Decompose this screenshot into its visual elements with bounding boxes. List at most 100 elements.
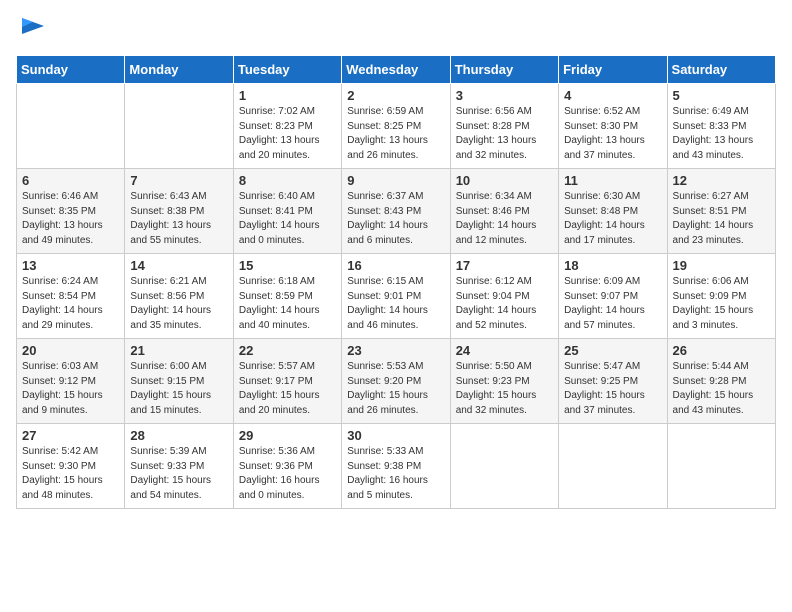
day-info: Sunrise: 6:00 AM Sunset: 9:15 PM Dayligh…	[130, 360, 227, 418]
day-info: Sunrise: 6:30 AM Sunset: 8:48 PM Dayligh…	[564, 190, 661, 248]
day-number: 1	[239, 88, 336, 103]
day-number: 19	[673, 258, 770, 273]
day-info: Sunrise: 5:36 AM Sunset: 9:36 PM Dayligh…	[239, 445, 336, 503]
day-number: 20	[22, 343, 119, 358]
weekday-header: Wednesday	[342, 56, 450, 84]
day-number: 9	[347, 173, 444, 188]
calendar-cell: 25 Sunrise: 5:47 AM Sunset: 9:25 PM Dayli…	[559, 339, 667, 424]
calendar-cell: 27 Sunrise: 5:42 AM Sunset: 9:30 PM Dayli…	[17, 424, 125, 509]
weekday-header: Monday	[125, 56, 233, 84]
day-info: Sunrise: 5:39 AM Sunset: 9:33 PM Dayligh…	[130, 445, 227, 503]
weekday-header: Tuesday	[233, 56, 341, 84]
logo	[16, 16, 46, 43]
day-info: Sunrise: 6:59 AM Sunset: 8:25 PM Dayligh…	[347, 105, 444, 163]
calendar-cell	[125, 84, 233, 169]
day-number: 23	[347, 343, 444, 358]
calendar-cell: 10 Sunrise: 6:34 AM Sunset: 8:46 PM Dayli…	[450, 169, 558, 254]
calendar-cell: 1 Sunrise: 7:02 AM Sunset: 8:23 PM Daylig…	[233, 84, 341, 169]
day-info: Sunrise: 5:33 AM Sunset: 9:38 PM Dayligh…	[347, 445, 444, 503]
day-info: Sunrise: 6:06 AM Sunset: 9:09 PM Dayligh…	[673, 275, 770, 333]
header	[16, 16, 776, 43]
calendar-cell: 2 Sunrise: 6:59 AM Sunset: 8:25 PM Daylig…	[342, 84, 450, 169]
calendar-cell: 18 Sunrise: 6:09 AM Sunset: 9:07 PM Dayli…	[559, 254, 667, 339]
day-info: Sunrise: 7:02 AM Sunset: 8:23 PM Dayligh…	[239, 105, 336, 163]
calendar-cell: 6 Sunrise: 6:46 AM Sunset: 8:35 PM Daylig…	[17, 169, 125, 254]
day-info: Sunrise: 6:09 AM Sunset: 9:07 PM Dayligh…	[564, 275, 661, 333]
day-number: 13	[22, 258, 119, 273]
weekday-header: Thursday	[450, 56, 558, 84]
day-number: 25	[564, 343, 661, 358]
day-number: 3	[456, 88, 553, 103]
calendar-cell: 16 Sunrise: 6:15 AM Sunset: 9:01 PM Dayli…	[342, 254, 450, 339]
day-info: Sunrise: 5:44 AM Sunset: 9:28 PM Dayligh…	[673, 360, 770, 418]
day-info: Sunrise: 5:53 AM Sunset: 9:20 PM Dayligh…	[347, 360, 444, 418]
day-number: 18	[564, 258, 661, 273]
day-info: Sunrise: 6:52 AM Sunset: 8:30 PM Dayligh…	[564, 105, 661, 163]
day-info: Sunrise: 6:49 AM Sunset: 8:33 PM Dayligh…	[673, 105, 770, 163]
calendar-cell: 19 Sunrise: 6:06 AM Sunset: 9:09 PM Dayli…	[667, 254, 775, 339]
day-info: Sunrise: 6:37 AM Sunset: 8:43 PM Dayligh…	[347, 190, 444, 248]
calendar-cell: 20 Sunrise: 6:03 AM Sunset: 9:12 PM Dayli…	[17, 339, 125, 424]
calendar-cell: 28 Sunrise: 5:39 AM Sunset: 9:33 PM Dayli…	[125, 424, 233, 509]
calendar-cell: 21 Sunrise: 6:00 AM Sunset: 9:15 PM Dayli…	[125, 339, 233, 424]
day-info: Sunrise: 5:47 AM Sunset: 9:25 PM Dayligh…	[564, 360, 661, 418]
day-number: 14	[130, 258, 227, 273]
calendar-cell: 12 Sunrise: 6:27 AM Sunset: 8:51 PM Dayli…	[667, 169, 775, 254]
day-info: Sunrise: 6:46 AM Sunset: 8:35 PM Dayligh…	[22, 190, 119, 248]
calendar-cell	[559, 424, 667, 509]
day-info: Sunrise: 6:43 AM Sunset: 8:38 PM Dayligh…	[130, 190, 227, 248]
calendar-cell: 22Sunrise: 5:57 AM Sunset: 9:17 PM Dayli…	[233, 339, 341, 424]
calendar-cell	[17, 84, 125, 169]
day-number: 17	[456, 258, 553, 273]
day-info: Sunrise: 6:03 AM Sunset: 9:12 PM Dayligh…	[22, 360, 119, 418]
calendar-cell: 24Sunrise: 5:50 AM Sunset: 9:23 PM Dayli…	[450, 339, 558, 424]
day-number: 26	[673, 343, 770, 358]
calendar-cell: 17 Sunrise: 6:12 AM Sunset: 9:04 PM Dayli…	[450, 254, 558, 339]
day-number: 16	[347, 258, 444, 273]
day-number: 2	[347, 88, 444, 103]
day-info: Sunrise: 6:40 AM Sunset: 8:41 PM Dayligh…	[239, 190, 336, 248]
calendar-cell: 15 Sunrise: 6:18 AM Sunset: 8:59 PM Dayli…	[233, 254, 341, 339]
day-info: Sunrise: 5:50 AM Sunset: 9:23 PM Dayligh…	[456, 360, 553, 418]
calendar-cell: 11 Sunrise: 6:30 AM Sunset: 8:48 PM Dayli…	[559, 169, 667, 254]
day-info: Sunrise: 6:56 AM Sunset: 8:28 PM Dayligh…	[456, 105, 553, 163]
day-info: Sunrise: 6:27 AM Sunset: 8:51 PM Dayligh…	[673, 190, 770, 248]
logo-flag-icon	[18, 16, 46, 38]
day-info: Sunrise: 5:57 AM Sunset: 9:17 PM Dayligh…	[239, 360, 336, 418]
day-number: 15	[239, 258, 336, 273]
day-number: 11	[564, 173, 661, 188]
day-number: 30	[347, 428, 444, 443]
day-info: Sunrise: 6:21 AM Sunset: 8:56 PM Dayligh…	[130, 275, 227, 333]
day-info: Sunrise: 6:15 AM Sunset: 9:01 PM Dayligh…	[347, 275, 444, 333]
calendar-cell: 3 Sunrise: 6:56 AM Sunset: 8:28 PM Daylig…	[450, 84, 558, 169]
day-info: Sunrise: 6:12 AM Sunset: 9:04 PM Dayligh…	[456, 275, 553, 333]
calendar-cell: 23 Sunrise: 5:53 AM Sunset: 9:20 PM Dayli…	[342, 339, 450, 424]
day-number: 12	[673, 173, 770, 188]
day-info: Sunrise: 6:24 AM Sunset: 8:54 PM Dayligh…	[22, 275, 119, 333]
day-number: 8	[239, 173, 336, 188]
calendar-cell: 30 Sunrise: 5:33 AM Sunset: 9:38 PM Dayli…	[342, 424, 450, 509]
calendar-table: SundayMondayTuesdayWednesdayThursdayFrid…	[16, 55, 776, 509]
calendar-cell: 14 Sunrise: 6:21 AM Sunset: 8:56 PM Dayli…	[125, 254, 233, 339]
day-number: 29	[239, 428, 336, 443]
calendar-cell: 29 Sunrise: 5:36 AM Sunset: 9:36 PM Dayli…	[233, 424, 341, 509]
weekday-header: Saturday	[667, 56, 775, 84]
day-info: Sunrise: 6:18 AM Sunset: 8:59 PM Dayligh…	[239, 275, 336, 333]
day-number: 28	[130, 428, 227, 443]
day-info: Sunrise: 6:34 AM Sunset: 8:46 PM Dayligh…	[456, 190, 553, 248]
calendar-cell: 7 Sunrise: 6:43 AM Sunset: 8:38 PM Daylig…	[125, 169, 233, 254]
day-number: 4	[564, 88, 661, 103]
calendar-cell: 4 Sunrise: 6:52 AM Sunset: 8:30 PM Daylig…	[559, 84, 667, 169]
calendar-cell: 8 Sunrise: 6:40 AM Sunset: 8:41 PM Daylig…	[233, 169, 341, 254]
day-number: 5	[673, 88, 770, 103]
calendar-cell	[450, 424, 558, 509]
day-number: 7	[130, 173, 227, 188]
day-info: Sunrise: 5:42 AM Sunset: 9:30 PM Dayligh…	[22, 445, 119, 503]
day-number: 27	[22, 428, 119, 443]
weekday-header: Sunday	[17, 56, 125, 84]
calendar-cell: 5 Sunrise: 6:49 AM Sunset: 8:33 PM Daylig…	[667, 84, 775, 169]
day-number: 10	[456, 173, 553, 188]
day-number: 6	[22, 173, 119, 188]
calendar-cell: 13 Sunrise: 6:24 AM Sunset: 8:54 PM Dayli…	[17, 254, 125, 339]
day-number: 21	[130, 343, 227, 358]
